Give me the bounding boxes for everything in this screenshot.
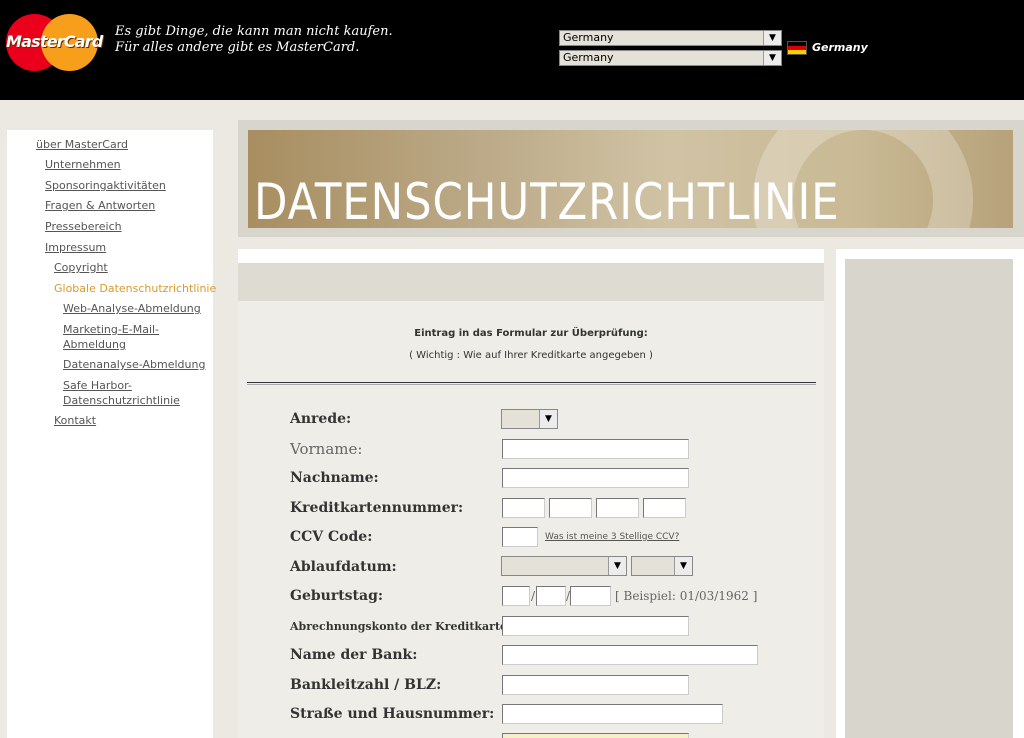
card-number-input-3[interactable] bbox=[596, 498, 639, 518]
language-select-value: Germany bbox=[563, 51, 614, 64]
tagline-line-2: Für alles andere gibt es MasterCard. bbox=[115, 40, 360, 55]
strasse-label: Straße und Hausnummer: bbox=[290, 706, 495, 722]
konto-label: Abrechnungskonto der Kreditkarte: bbox=[290, 620, 512, 633]
main-top-strip bbox=[238, 249, 824, 263]
geburtstag-label: Geburtstag: bbox=[290, 588, 384, 604]
sidebar-item-datenanalyse[interactable]: Datenanalyse-Abmeldung bbox=[63, 357, 205, 372]
sidebar-item-kontakt[interactable]: Kontakt bbox=[54, 413, 96, 428]
sidebar-item-sponsoring[interactable]: Sponsoringaktivitäten bbox=[45, 178, 166, 193]
konto-input[interactable] bbox=[502, 616, 689, 636]
ccv-label: CCV Code: bbox=[290, 529, 373, 545]
country-select-value: Germany bbox=[563, 31, 614, 44]
country-select[interactable]: Germany ▼ bbox=[559, 30, 782, 46]
page-title: DATENSCHUTZRICHTLINIE bbox=[254, 173, 840, 228]
blz-label: Bankleitzahl / BLZ: bbox=[290, 677, 442, 693]
mastercard-logo[interactable]: MasterCard bbox=[6, 14, 103, 71]
sidebar-item-web-analyse[interactable]: Web-Analyse-Abmeldung bbox=[63, 301, 201, 316]
sidebar-item-safe-harbor[interactable]: Safe Harbor- Datenschutzrichtlinie bbox=[63, 378, 180, 408]
page-banner: DATENSCHUTZRICHTLINIE bbox=[248, 130, 1013, 228]
blz-input[interactable] bbox=[502, 675, 689, 695]
sidebar-item-marketing-email[interactable]: Marketing-E-Mail- Abmeldung bbox=[63, 322, 159, 352]
flag-label: Germany bbox=[812, 41, 868, 54]
expiry-year-select[interactable]: ▼ bbox=[631, 556, 693, 576]
vorname-input[interactable] bbox=[502, 439, 689, 459]
logo-text: MasterCard bbox=[6, 32, 103, 51]
tagline: Es gibt Dinge, die kann man nicht kaufen… bbox=[115, 24, 393, 56]
form-note: ( Wichtig : Wie auf Ihrer Kreditkarte an… bbox=[409, 350, 653, 361]
sidebar-item-label: Datenschutzrichtlinie bbox=[63, 394, 180, 407]
tagline-line-1: Es gibt Dinge, die kann man nicht kaufen… bbox=[115, 24, 393, 39]
language-select[interactable]: Germany ▼ bbox=[559, 50, 782, 66]
birthday-hint: [ Beispiel: 01/03/1962 ] bbox=[615, 589, 758, 603]
bank-label: Name der Bank: bbox=[290, 647, 418, 663]
main-header-bar bbox=[238, 263, 824, 301]
sidebar-item-presse[interactable]: Pressebereich bbox=[45, 219, 122, 234]
chevron-down-icon[interactable]: ▼ bbox=[763, 31, 781, 45]
vorname-label: Vorname: bbox=[290, 440, 363, 458]
sidebar-item-impressum[interactable]: Impressum bbox=[45, 240, 106, 255]
chevron-down-icon[interactable]: ▼ bbox=[763, 51, 781, 65]
sidebar-item-label: Marketing-E-Mail- bbox=[63, 323, 160, 336]
card-number-input-4[interactable] bbox=[643, 498, 686, 518]
right-column-panel bbox=[845, 259, 1013, 738]
expiry-month-select[interactable]: ▼ bbox=[501, 556, 627, 576]
nachname-input[interactable] bbox=[502, 468, 689, 488]
chevron-down-icon[interactable]: ▼ bbox=[674, 557, 692, 575]
anrede-select[interactable]: ▼ bbox=[501, 409, 558, 429]
birthday-year-input[interactable] bbox=[570, 586, 611, 606]
kartennummer-label: Kreditkartennummer: bbox=[290, 500, 464, 516]
strasse-input[interactable] bbox=[502, 704, 723, 724]
sidebar-item-label: Safe Harbor- bbox=[63, 379, 132, 392]
form-intro: Eintrag in das Formular zur Überprüfung: bbox=[414, 328, 648, 339]
chevron-down-icon[interactable]: ▼ bbox=[539, 410, 557, 428]
bank-input[interactable] bbox=[502, 645, 758, 665]
birthday-day-input[interactable] bbox=[502, 586, 530, 606]
sidebar-item-ueber-mastercard[interactable]: über MasterCard bbox=[36, 137, 128, 152]
card-number-input-2[interactable] bbox=[549, 498, 592, 518]
german-flag-icon bbox=[787, 41, 807, 55]
birthday-separator: / bbox=[531, 589, 536, 603]
chevron-down-icon[interactable]: ▼ bbox=[608, 557, 626, 575]
next-field-input[interactable] bbox=[502, 733, 689, 738]
birthday-month-input[interactable] bbox=[536, 586, 566, 606]
sidebar-item-label: Abmeldung bbox=[63, 338, 126, 351]
sidebar-item-copyright[interactable]: Copyright bbox=[54, 260, 108, 275]
card-number-input-1[interactable] bbox=[502, 498, 545, 518]
sidebar-item-unternehmen[interactable]: Unternehmen bbox=[45, 157, 121, 172]
ccv-help-link[interactable]: Was ist meine 3 Stellige CCV? bbox=[545, 532, 679, 542]
anrede-label: Anrede: bbox=[290, 411, 352, 427]
nachname-label: Nachname: bbox=[290, 470, 379, 486]
site-header: MasterCard Es gibt Dinge, die kann man n… bbox=[0, 0, 1024, 100]
divider bbox=[247, 382, 816, 385]
sidebar-item-datenschutz[interactable]: Globale Datenschutzrichtlinie bbox=[54, 281, 216, 296]
sidebar-item-faq[interactable]: Fragen & Antworten bbox=[45, 198, 155, 213]
ccv-input[interactable] bbox=[502, 527, 538, 547]
ablauf-label: Ablaufdatum: bbox=[290, 559, 397, 575]
